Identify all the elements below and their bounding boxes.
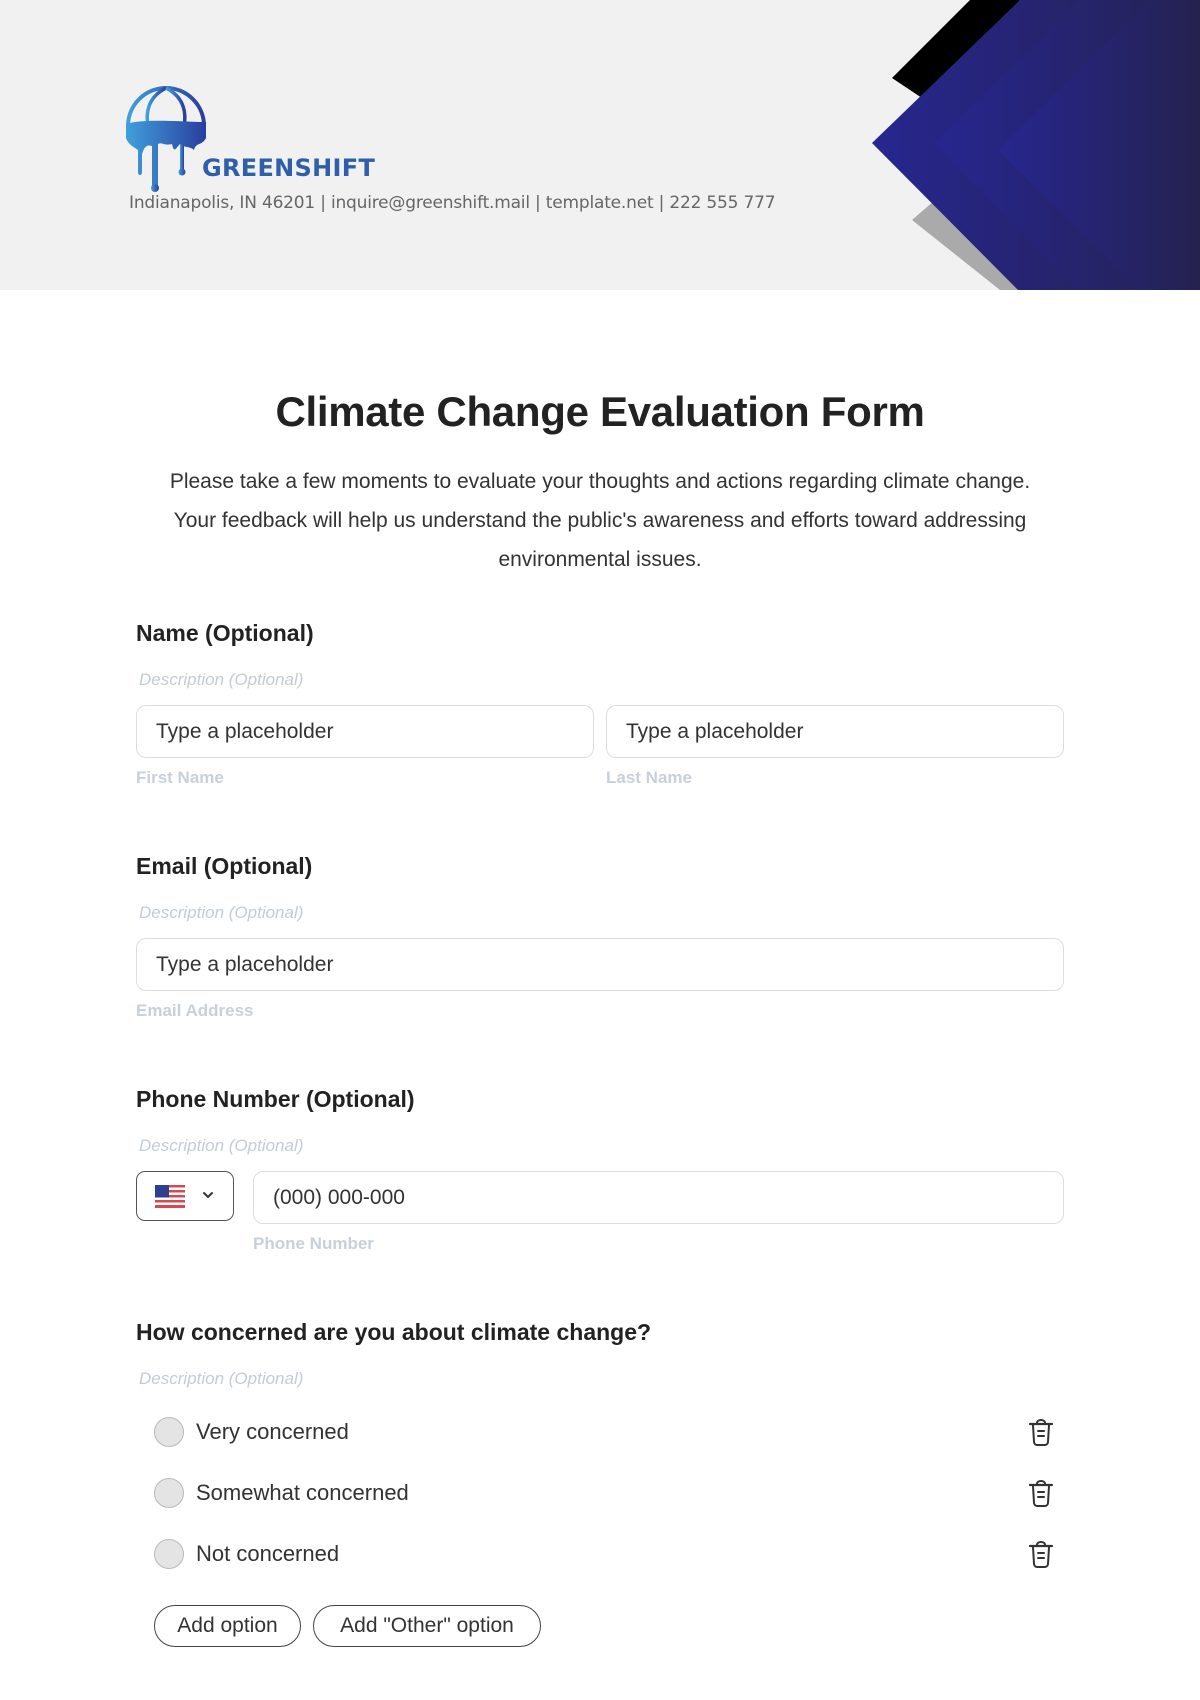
concern-description: Description (Optional) bbox=[139, 1369, 304, 1388]
decorative-chevrons bbox=[872, 0, 1200, 290]
first-name-input[interactable]: Type a placeholder bbox=[136, 705, 594, 758]
email-description: Description (Optional) bbox=[139, 903, 304, 922]
option-label[interactable]: Somewhat concerned bbox=[196, 1480, 409, 1506]
radio-button[interactable] bbox=[154, 1417, 184, 1447]
email-input[interactable]: Type a placeholder bbox=[136, 938, 1064, 991]
form-title: Climate Change Evaluation Form bbox=[275, 388, 925, 435]
phone-sublabel: Phone Number bbox=[253, 1234, 374, 1253]
form-intro: Please take a few moments to evaluate yo… bbox=[169, 470, 1031, 571]
option-row: Somewhat concerned bbox=[154, 1473, 1094, 1513]
email-label: Email (Optional) bbox=[136, 853, 313, 879]
chevron-down-icon bbox=[203, 1192, 213, 1198]
option-label[interactable]: Not concerned bbox=[196, 1541, 339, 1567]
radio-button[interactable] bbox=[154, 1539, 184, 1569]
option-row: Not concerned bbox=[154, 1534, 1094, 1574]
letterhead: GREENSHIFT Indianapolis, IN 46201 | inqu… bbox=[0, 0, 1200, 290]
radio-button[interactable] bbox=[154, 1478, 184, 1508]
first-name-sublabel: First Name bbox=[136, 768, 224, 787]
us-flag-icon bbox=[155, 1185, 185, 1208]
trash-icon[interactable] bbox=[1027, 1416, 1055, 1448]
concern-question-label: How concerned are you about climate chan… bbox=[136, 1319, 652, 1345]
add-option-button[interactable]: Add option bbox=[154, 1605, 301, 1647]
brand-name: GREENSHIFT bbox=[202, 154, 376, 182]
add-other-option-button[interactable]: Add "Other" option bbox=[313, 1605, 541, 1647]
last-name-input[interactable]: Type a placeholder bbox=[606, 705, 1064, 758]
option-label[interactable]: Very concerned bbox=[196, 1419, 349, 1445]
contact-line: Indianapolis, IN 46201 | inquire@greensh… bbox=[129, 193, 776, 213]
country-code-select[interactable] bbox=[136, 1171, 234, 1221]
trash-icon[interactable] bbox=[1027, 1477, 1055, 1509]
last-name-sublabel: Last Name bbox=[606, 768, 692, 787]
phone-description: Description (Optional) bbox=[139, 1136, 304, 1155]
trash-icon[interactable] bbox=[1027, 1538, 1055, 1570]
email-sublabel: Email Address bbox=[136, 1001, 254, 1020]
name-description: Description (Optional) bbox=[139, 670, 304, 689]
phone-label: Phone Number (Optional) bbox=[136, 1086, 415, 1112]
globe-drip-logo-icon bbox=[126, 86, 206, 192]
name-label: Name (Optional) bbox=[136, 620, 314, 646]
phone-input[interactable]: (000) 000-000 bbox=[253, 1171, 1064, 1224]
option-row: Very concerned bbox=[154, 1412, 1094, 1452]
